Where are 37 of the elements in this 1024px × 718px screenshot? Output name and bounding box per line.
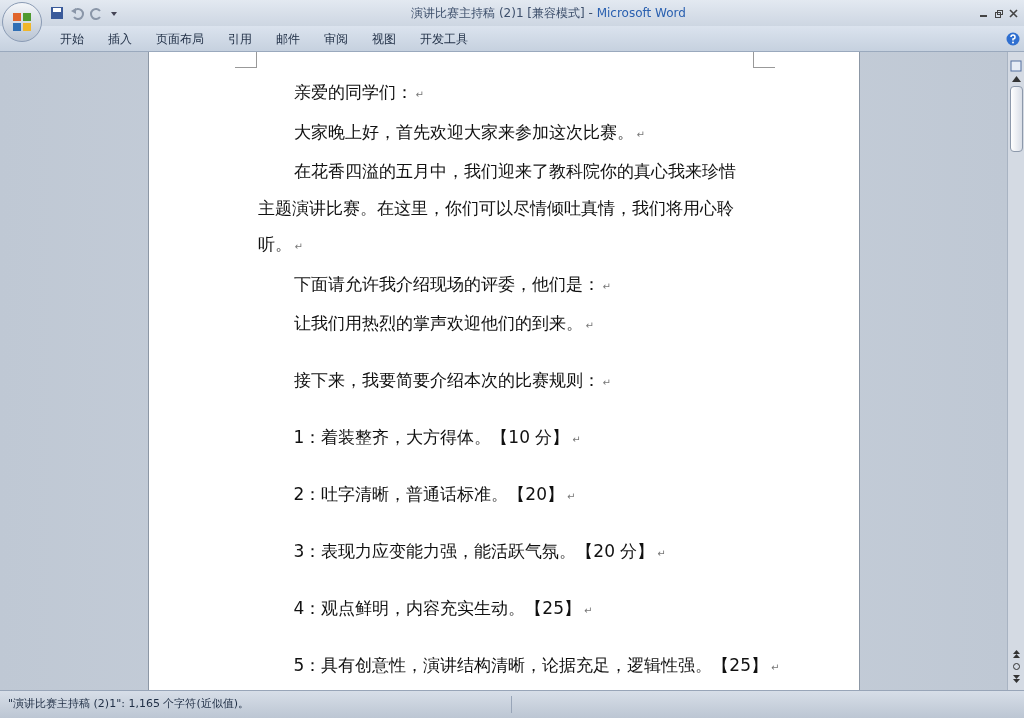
paragraph: 亲爱的同学们： ↵ bbox=[292, 81, 425, 104]
paragraph: 3：表现力应变能力强，能活跃气氛。【20 分】 ↵ bbox=[292, 540, 667, 563]
ribbon-tab[interactable]: 页面布局 bbox=[144, 29, 216, 48]
next-page-icon[interactable] bbox=[1011, 675, 1021, 684]
paragraph: 大家晚上好，首先欢迎大家来参加这次比赛。 ↵ bbox=[292, 120, 646, 144]
save-icon[interactable] bbox=[50, 6, 64, 20]
margin-corner-mark bbox=[752, 52, 775, 68]
paragraph: 在花香四溢的五月中，我们迎来了教科院你的真心我来珍惜 主题演讲比赛。在这里，你们可以尽情倾吐真情，我们将用心聆 听。 ↵ bbox=[257, 160, 737, 256]
vertical-scrollbar[interactable] bbox=[1007, 52, 1024, 690]
scroll-up-arrow-icon[interactable] bbox=[1011, 76, 1021, 82]
restore-icon[interactable] bbox=[994, 8, 1003, 18]
window-title: 演讲比赛主持稿 (2)1 [兼容模式] - Microsoft Word bbox=[411, 6, 686, 20]
status-text: "演讲比赛主持稿 (2)1": 1,165 个字符(近似值)。 bbox=[0, 696, 512, 713]
paragraph: 下面请允许我介绍现场的评委，他们是： ↵ bbox=[292, 272, 612, 296]
ribbon-tab[interactable]: 审阅 bbox=[312, 29, 360, 48]
view-ruler-icon[interactable] bbox=[1010, 60, 1022, 72]
ribbon-tab[interactable]: 视图 bbox=[360, 29, 408, 48]
help-icon[interactable] bbox=[1006, 32, 1020, 46]
paragraph: 让我们用热烈的掌声欢迎他们的到来。 ↵ bbox=[292, 312, 595, 335]
ribbon-tab[interactable]: 引用 bbox=[216, 29, 264, 48]
ribbon-tab[interactable]: 开始 bbox=[48, 29, 96, 48]
paragraph: 4：观点鲜明，内容充实生动。【25】 ↵ bbox=[292, 597, 594, 620]
ribbon-tab[interactable]: 插入 bbox=[96, 29, 144, 48]
office-logo-icon bbox=[11, 11, 33, 33]
paragraph: 接下来，我要简要介绍本次的比赛规则： ↵ bbox=[292, 369, 612, 392]
paragraph: 5：具有创意性，演讲结构清晰，论据充足，逻辑性强。【25】 ↵ bbox=[292, 654, 781, 677]
paragraph: 1：着装整齐，大方得体。【10 分】 ↵ bbox=[292, 426, 582, 449]
scroll-thumb[interactable] bbox=[1009, 86, 1023, 152]
ribbon-tab[interactable]: 开发工具 bbox=[408, 29, 480, 48]
ribbon-tab[interactable]: 邮件 bbox=[264, 29, 312, 48]
customize-caret-icon[interactable] bbox=[110, 9, 118, 17]
margin-corner-mark bbox=[234, 52, 257, 68]
paragraph: 2：吐字清晰，普通话标准。【20】 ↵ bbox=[292, 483, 577, 506]
previous-page-icon[interactable] bbox=[1011, 649, 1021, 658]
close-icon[interactable] bbox=[1009, 8, 1018, 18]
browse-object-icon[interactable] bbox=[1011, 662, 1021, 671]
office-button[interactable] bbox=[2, 2, 42, 42]
